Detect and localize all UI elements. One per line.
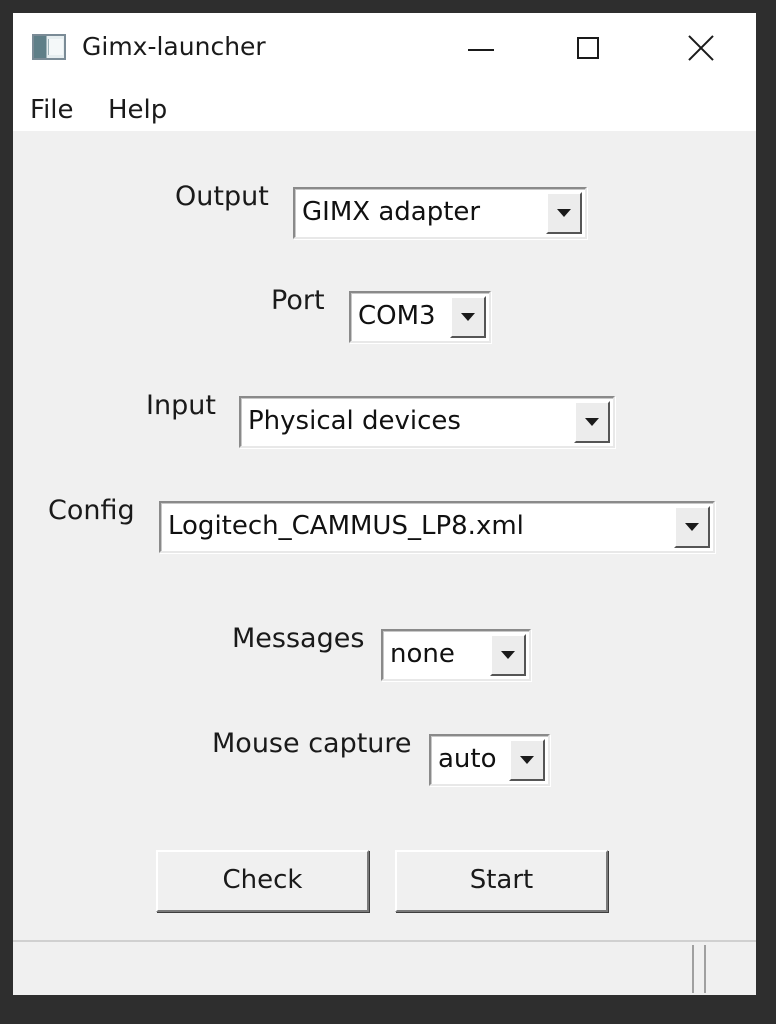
maximize-icon: [577, 37, 599, 59]
check-button[interactable]: Check: [156, 850, 369, 912]
port-select[interactable]: COM3: [349, 291, 491, 343]
menu-file[interactable]: File: [30, 95, 74, 125]
chevron-down-icon[interactable]: [450, 296, 486, 338]
close-button[interactable]: [645, 13, 755, 87]
messages-label: Messages: [232, 623, 365, 654]
config-select[interactable]: Logitech_CAMMUS_LP8.xml: [159, 501, 715, 553]
config-label: Config: [48, 495, 135, 526]
port-select-value: COM3: [358, 301, 436, 331]
chevron-down-icon[interactable]: [574, 401, 610, 443]
gimx-launcher-window: Gimx-launcher File Help Output GIMX adap…: [13, 13, 756, 995]
status-bar: [13, 940, 756, 995]
messages-select-value: none: [390, 639, 455, 669]
mouse-capture-label: Mouse capture: [212, 728, 412, 759]
menu-bar: File Help: [13, 87, 756, 131]
status-text: [13, 945, 694, 993]
mouse-capture-select-value: auto: [438, 744, 497, 774]
menu-help[interactable]: Help: [108, 95, 167, 125]
input-select[interactable]: Physical devices: [239, 396, 615, 448]
start-button[interactable]: Start: [395, 850, 608, 912]
input-label: Input: [146, 390, 216, 421]
chevron-down-icon[interactable]: [674, 506, 710, 548]
config-select-value: Logitech_CAMMUS_LP8.xml: [168, 511, 524, 541]
messages-select[interactable]: none: [381, 629, 531, 681]
minimize-icon: [468, 49, 494, 51]
chevron-down-icon[interactable]: [490, 634, 526, 676]
input-select-value: Physical devices: [248, 406, 461, 436]
main-form: Output GIMX adapter Port COM3 Input Phys…: [13, 131, 756, 951]
screen-background: Gimx-launcher File Help Output GIMX adap…: [0, 0, 776, 1024]
output-select[interactable]: GIMX adapter: [293, 187, 587, 239]
chevron-down-icon[interactable]: [509, 739, 545, 781]
maximize-button[interactable]: [535, 13, 645, 87]
port-label: Port: [271, 285, 325, 316]
close-icon: [688, 35, 714, 61]
output-select-value: GIMX adapter: [302, 197, 481, 227]
minimize-button[interactable]: [425, 13, 535, 87]
output-label: Output: [175, 181, 269, 212]
resize-grip[interactable]: [704, 945, 756, 993]
title-bar[interactable]: Gimx-launcher: [13, 13, 756, 87]
chevron-down-icon[interactable]: [546, 192, 582, 234]
window-title: Gimx-launcher: [82, 32, 266, 61]
mouse-capture-select[interactable]: auto: [429, 734, 550, 786]
app-window-icon: [32, 34, 66, 60]
